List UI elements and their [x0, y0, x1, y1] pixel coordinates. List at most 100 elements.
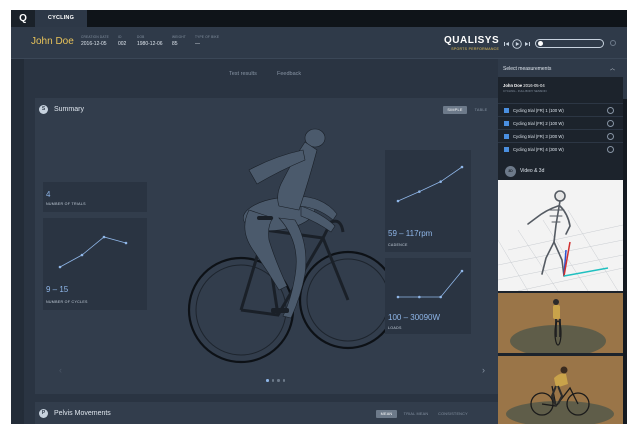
remove-circle-icon[interactable] — [607, 119, 614, 127]
simple-view-button[interactable]: SIMPLE — [443, 106, 467, 114]
cycles-card[interactable]: 9 – 15 NUMBER OF CYCLES — [43, 218, 147, 310]
trial-row[interactable]: Cycling trial (FR) 1 (100 W) — [498, 103, 623, 116]
trial-label: Cycling trial (FR) 1 (100 W) — [513, 107, 564, 113]
session-name: John Doe 2016-05-04 — [503, 83, 547, 88]
cadence-sparkline-line — [397, 166, 463, 202]
measurements-header[interactable]: Select measurements ︿ — [498, 59, 623, 77]
loads-sparkline-point — [418, 295, 421, 299]
skip-forward-icon[interactable] — [525, 42, 530, 46]
cycles-sparkline-point — [58, 265, 62, 269]
carousel-dot[interactable] — [277, 379, 280, 382]
trials-card[interactable]: 4 NUMBER OF TRIALS — [43, 182, 147, 212]
camera-view-front[interactable] — [498, 293, 623, 353]
session-date: 2016-05-04 — [523, 83, 545, 88]
checkbox-checked[interactable] — [504, 108, 509, 113]
pelvis-icon: P — [39, 409, 48, 418]
trial-label: Cycling trial (FR) 4 (300 W) — [513, 146, 564, 152]
trials-value: 4 — [46, 190, 51, 199]
loads-value: 100 – 30090W — [388, 313, 441, 322]
loads-card[interactable]: 100 – 30090W LOADS — [385, 258, 471, 334]
playback-scrubber[interactable] — [535, 39, 604, 48]
carousel-prev-icon[interactable]: ‹ — [59, 365, 62, 375]
remove-circle-icon[interactable] — [607, 145, 614, 153]
carousel-dot[interactable] — [282, 379, 285, 382]
cycles-sparkline-point — [80, 253, 84, 257]
playback-icons — [504, 39, 530, 49]
meta-id: ID 002 — [118, 35, 126, 47]
athlete-header: John Doe CREATION DATE 2016-12-05 ID 002… — [11, 27, 627, 59]
panel-scrollbar[interactable] — [623, 59, 627, 424]
table-view-button[interactable]: TABLE — [471, 106, 491, 114]
brand-logo: QUALISYS SPORTS PERFORMANCE — [444, 35, 500, 52]
video-section-header[interactable]: 3D Video & 3d — [498, 163, 623, 179]
brand-tagline: SPORTS PERFORMANCE — [451, 47, 500, 51]
cadence-sparkline-point — [460, 165, 464, 169]
cadence-value: 59 – 117rpm — [388, 229, 433, 238]
athlete-name: John Doe — [31, 36, 74, 47]
video-3d-icon: 3D — [505, 166, 516, 177]
loads-sparkline — [396, 269, 464, 299]
meta-label: ID — [118, 35, 122, 39]
trial-mean-button[interactable]: TRIAL MEAN — [401, 410, 431, 418]
measurements-title: Select measurements — [503, 66, 552, 72]
tab-feedback[interactable]: Feedback — [277, 71, 301, 77]
cadence-card[interactable]: 59 – 117rpm CADENCE — [385, 150, 471, 252]
cycles-sparkline-point — [102, 235, 106, 239]
trial-label: Cycling trial (FR) 2 (100 W) — [513, 120, 564, 126]
app-window: Q CYCLING John Doe CREATION DATE 2016-12… — [11, 10, 627, 424]
meta-value: 85 — [172, 41, 178, 47]
playback-controls — [504, 39, 532, 49]
pelvis-title: Pelvis Movements — [54, 410, 111, 417]
cadence-sparkline-point — [418, 190, 421, 193]
meta-value: 1980-12-06 — [137, 41, 163, 47]
checkbox-checked[interactable] — [504, 134, 509, 139]
carousel-dot[interactable] — [266, 379, 269, 382]
carousel-dots — [266, 379, 285, 382]
checkbox-checked[interactable] — [504, 147, 509, 152]
loads-sparkline-point — [439, 295, 442, 299]
cycles-sparkline — [58, 235, 128, 269]
play-icon[interactable] — [512, 39, 522, 49]
measurements-panel: Select measurements ︿ John Doe 2016-05-0… — [498, 59, 627, 424]
carousel-dot[interactable] — [271, 379, 274, 382]
loads-sparkline-point — [396, 295, 400, 299]
trial-label: Cycling trial (FR) 3 (200 W) — [513, 133, 564, 139]
trial-row[interactable]: Cycling trial (FR) 3 (200 W) — [498, 129, 623, 142]
meta-value: 002 — [118, 41, 127, 47]
content-tabs: Test results Feedback — [24, 59, 498, 94]
pelvis-panel: P Pelvis Movements MEAN TRIAL MEAN CONSI… — [35, 402, 498, 424]
tab-test-results[interactable]: Test results — [229, 71, 257, 77]
trial-row[interactable]: Cycling trial (FR) 2 (100 W) — [498, 116, 623, 129]
scrollbar-thumb[interactable] — [623, 59, 627, 99]
meta-label: WEIGHT — [172, 35, 186, 39]
play-circle-icon[interactable] — [607, 106, 614, 114]
trials-label: NUMBER OF TRIALS — [46, 202, 86, 206]
meta-bike-type: TYPE OF BIKE — — [195, 35, 219, 47]
cyclist-figure — [187, 128, 393, 364]
summary-panel: S Summary SIMPLE TABLE 4 NUMBER OF TRIAL… — [35, 98, 498, 394]
meta-label: CREATION DATE — [81, 35, 109, 39]
settings-icon[interactable] — [610, 40, 616, 46]
meta-label: DOB — [137, 35, 145, 39]
checkbox-checked[interactable] — [504, 121, 509, 126]
remove-circle-icon[interactable] — [607, 132, 614, 140]
brand-name: QUALISYS — [444, 35, 500, 46]
meta-value: 2016-12-05 — [81, 41, 107, 47]
meta-value: — — [195, 41, 200, 47]
camera-view-side[interactable] — [498, 356, 623, 424]
trial-row[interactable]: Cycling trial (FR) 4 (300 W) — [498, 142, 623, 155]
session-type: CYCLING - FULL BODY SESSION — [503, 89, 547, 93]
session-athlete: John Doe — [503, 83, 523, 88]
scrubber-handle[interactable] — [538, 41, 543, 46]
skip-back-icon[interactable] — [504, 42, 509, 46]
cadence-sparkline-point — [396, 199, 400, 203]
tab-cycling[interactable]: CYCLING — [35, 10, 87, 27]
carousel-next-icon[interactable]: › — [482, 365, 485, 375]
skeleton-3d-view[interactable] — [498, 180, 623, 291]
app-logo[interactable]: Q — [11, 10, 35, 27]
mean-button[interactable]: MEAN — [376, 410, 397, 418]
cadence-label: CADENCE — [388, 243, 408, 247]
consistency-button[interactable]: CONSISTENCY — [435, 410, 471, 418]
meta-creation-date: CREATION DATE 2016-12-05 — [81, 35, 109, 47]
chevron-up-icon[interactable]: ︿ — [610, 65, 615, 72]
